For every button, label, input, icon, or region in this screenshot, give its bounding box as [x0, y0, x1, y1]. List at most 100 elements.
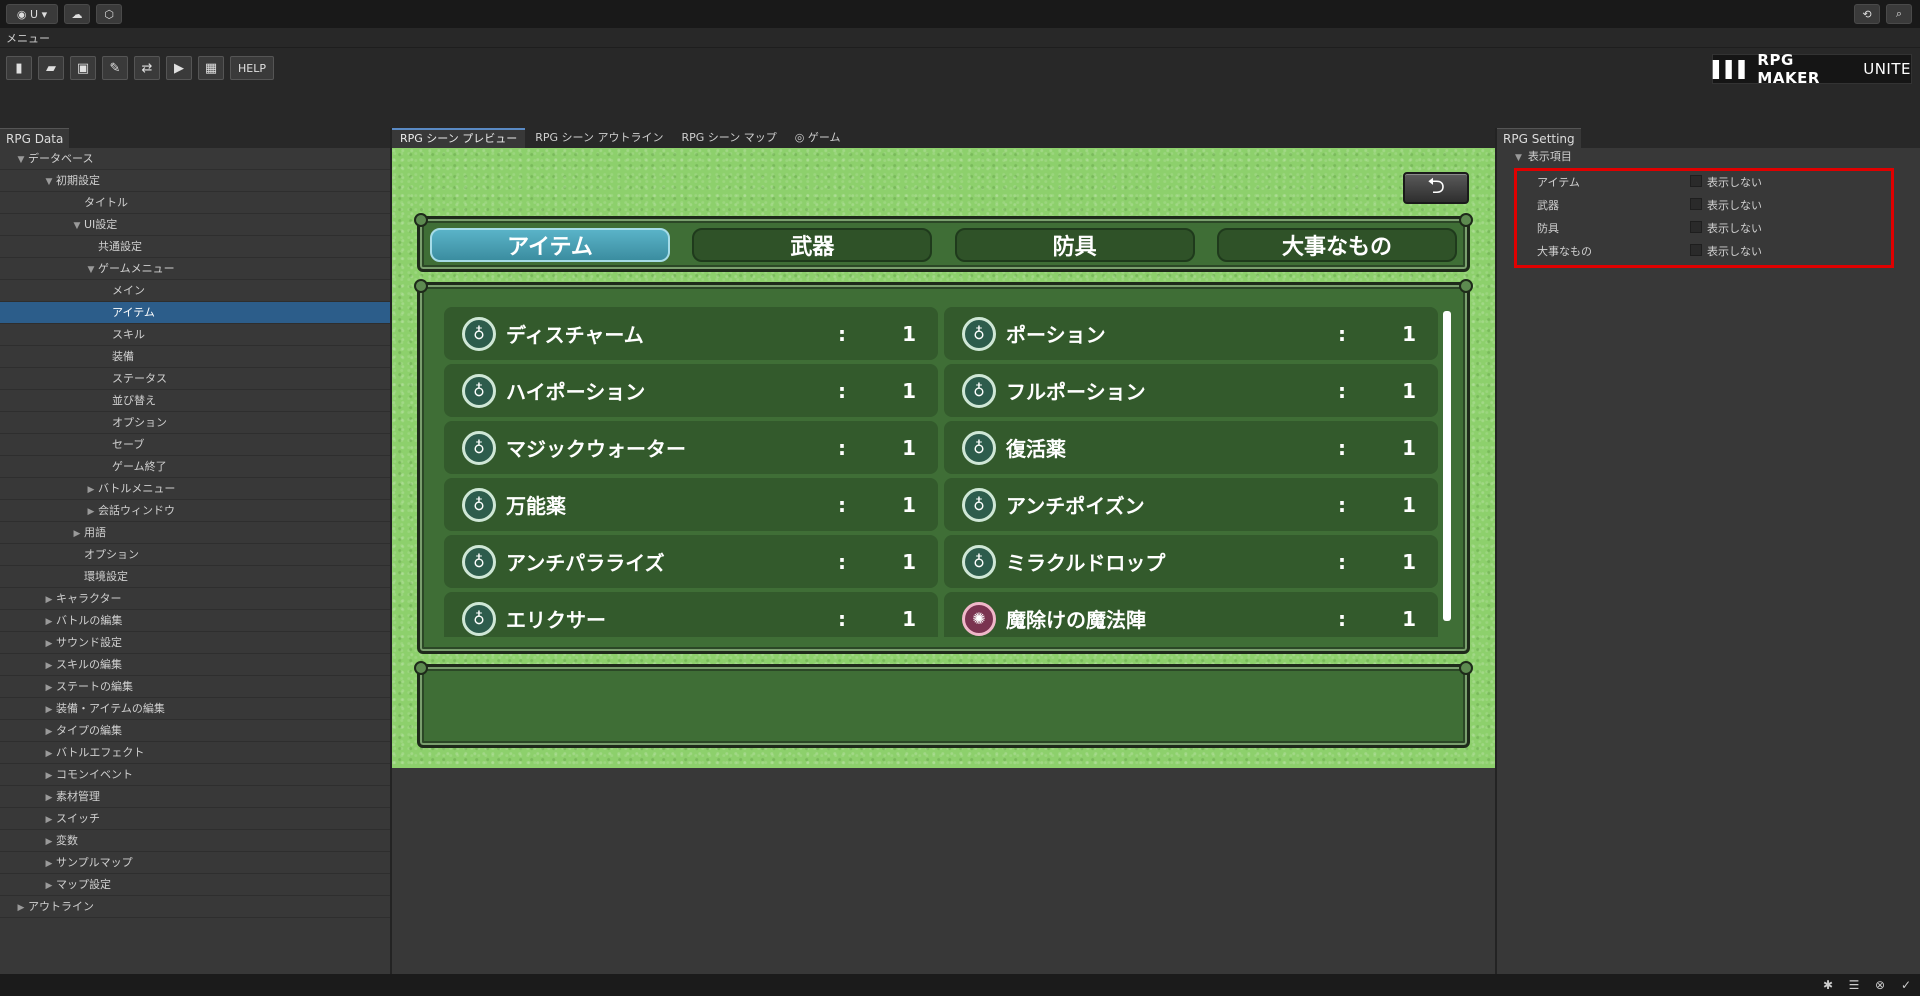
- tree-item[interactable]: ▶ スキルの編集: [0, 654, 390, 676]
- hide-checkbox[interactable]: [1690, 175, 1702, 187]
- tree-item[interactable]: スキル: [0, 324, 390, 346]
- cloud-button[interactable]: ☁: [64, 4, 90, 24]
- item-entry[interactable]: ♁ ミラクルドロップ: 1: [944, 535, 1438, 588]
- tree-item[interactable]: ▶ 素材管理: [0, 786, 390, 808]
- deploy-button[interactable]: ⇄: [134, 56, 160, 80]
- tree-item[interactable]: アイテム: [0, 302, 390, 324]
- tree-item[interactable]: 装備: [0, 346, 390, 368]
- expanded-arrow-icon[interactable]: ▼: [84, 260, 98, 281]
- hide-checkbox[interactable]: [1690, 244, 1702, 256]
- collapsed-arrow-icon[interactable]: ▶: [42, 744, 56, 765]
- item-entry[interactable]: ♁ ハイポーション: 1: [444, 364, 938, 417]
- menu-item[interactable]: メニュー: [6, 30, 50, 46]
- tree-item[interactable]: ▶ スイッチ: [0, 808, 390, 830]
- collapsed-arrow-icon[interactable]: ▶: [42, 634, 56, 655]
- expanded-arrow-icon[interactable]: ▼: [70, 216, 84, 237]
- tree-item[interactable]: ▶ 会話ウィンドウ: [0, 500, 390, 522]
- tree-item[interactable]: セーブ: [0, 434, 390, 456]
- item-entry[interactable]: ♁ ポーション: 1: [944, 307, 1438, 360]
- tree-item[interactable]: オプション: [0, 544, 390, 566]
- item-entry[interactable]: ♁ フルポーション: 1: [944, 364, 1438, 417]
- tree-item[interactable]: ▶ サウンド設定: [0, 632, 390, 654]
- collapsed-arrow-icon[interactable]: ▶: [42, 590, 56, 611]
- tree-item[interactable]: ▶ バトルエフェクト: [0, 742, 390, 764]
- help-button[interactable]: HELP: [230, 56, 274, 80]
- collapsed-arrow-icon[interactable]: ▶: [42, 700, 56, 721]
- tree-item[interactable]: ▼ データベース: [0, 148, 390, 170]
- play-button[interactable]: ▶: [166, 56, 192, 80]
- category-tab[interactable]: アイテム: [430, 228, 670, 262]
- item-entry[interactable]: ♁ アンチポイズン: 1: [944, 478, 1438, 531]
- tree-item[interactable]: オプション: [0, 412, 390, 434]
- tree-item[interactable]: 環境設定: [0, 566, 390, 588]
- tree-item[interactable]: ▶ バトルの編集: [0, 610, 390, 632]
- expanded-arrow-icon[interactable]: ▼: [14, 150, 28, 171]
- collapsed-arrow-icon[interactable]: ▶: [42, 678, 56, 699]
- item-entry[interactable]: ✺ 魔除けの魔法陣: 1: [944, 592, 1438, 637]
- display-items-section[interactable]: ▼ 表示項目: [1497, 148, 1920, 166]
- account-button[interactable]: ◉ U ▾: [6, 4, 58, 24]
- collapsed-arrow-icon[interactable]: ▶: [42, 788, 56, 809]
- item-entry[interactable]: ♁ エリクサー: 1: [444, 592, 938, 637]
- collapsed-arrow-icon[interactable]: ▶: [42, 832, 56, 853]
- tree-item[interactable]: ▶ マップ設定: [0, 874, 390, 896]
- tree-item[interactable]: ステータス: [0, 368, 390, 390]
- rpg-setting-tab[interactable]: RPG Setting: [1497, 128, 1581, 148]
- category-tab[interactable]: 武器: [692, 228, 933, 262]
- center-tab[interactable]: RPG シーン プレビュー: [392, 128, 526, 148]
- check-icon[interactable]: ✓: [1898, 977, 1914, 993]
- category-tab[interactable]: 大事なもの: [1216, 228, 1457, 262]
- tree-item[interactable]: タイトル: [0, 192, 390, 214]
- new-project-button[interactable]: ▮: [6, 56, 32, 80]
- collapsed-arrow-icon[interactable]: ▶: [42, 876, 56, 897]
- save-button[interactable]: ▣: [70, 56, 96, 80]
- collapsed-arrow-icon[interactable]: ▶: [42, 656, 56, 677]
- tree-item[interactable]: ▶ 装備・アイテムの編集: [0, 698, 390, 720]
- tree-item[interactable]: ▶ ステートの編集: [0, 676, 390, 698]
- tree-item[interactable]: ▶ 変数: [0, 830, 390, 852]
- open-project-button[interactable]: ▰: [38, 56, 64, 80]
- collapsed-arrow-icon[interactable]: ▶: [42, 810, 56, 831]
- tree-item[interactable]: メイン: [0, 280, 390, 302]
- tree-item[interactable]: ▶ タイプの編集: [0, 720, 390, 742]
- database-icon[interactable]: ☰: [1846, 977, 1862, 993]
- center-tab[interactable]: RPG シーン マップ: [674, 128, 785, 148]
- expanded-arrow-icon[interactable]: ▼: [42, 172, 56, 193]
- collapsed-arrow-icon[interactable]: ▶: [84, 502, 98, 523]
- collapsed-arrow-icon[interactable]: ▶: [42, 612, 56, 633]
- item-entry[interactable]: ♁ ディスチャーム: 1: [444, 307, 938, 360]
- edit-button[interactable]: ✎: [102, 56, 128, 80]
- tree-item[interactable]: ▶ アウトライン: [0, 896, 390, 918]
- back-button[interactable]: ⮌: [1403, 172, 1469, 204]
- package-button[interactable]: ⬡: [96, 4, 122, 24]
- tree-item[interactable]: 並び替え: [0, 390, 390, 412]
- collapsed-arrow-icon[interactable]: ▶: [84, 480, 98, 501]
- network-icon[interactable]: ⊗: [1872, 977, 1888, 993]
- center-tab[interactable]: ◎ ゲーム: [787, 128, 849, 148]
- category-tab[interactable]: 防具: [954, 228, 1195, 262]
- collapsed-arrow-icon[interactable]: ▶: [70, 524, 84, 545]
- item-entry[interactable]: ♁ 万能薬: 1: [444, 478, 938, 531]
- tree-item[interactable]: ▼ UI設定: [0, 214, 390, 236]
- hide-checkbox[interactable]: [1690, 221, 1702, 233]
- collapsed-arrow-icon[interactable]: ▶: [42, 766, 56, 787]
- tree-item[interactable]: ▶ バトルメニュー: [0, 478, 390, 500]
- collapsed-arrow-icon[interactable]: ▶: [14, 898, 28, 919]
- tree-item[interactable]: ▶ コモンイベント: [0, 764, 390, 786]
- item-entry[interactable]: ♁ 復活薬: 1: [944, 421, 1438, 474]
- search-button[interactable]: ⌕: [1886, 4, 1912, 24]
- item-entry[interactable]: ♁ マジックウォーター: 1: [444, 421, 938, 474]
- center-tab[interactable]: RPG シーン アウトライン: [527, 128, 671, 148]
- tree-item[interactable]: ▶ 用語: [0, 522, 390, 544]
- layout-button[interactable]: ▦: [198, 56, 224, 80]
- rpg-data-tab[interactable]: RPG Data: [0, 128, 70, 148]
- tree-item[interactable]: ゲーム終了: [0, 456, 390, 478]
- tree-item[interactable]: ▼ ゲームメニュー: [0, 258, 390, 280]
- item-list-scrollbar[interactable]: [1443, 311, 1451, 621]
- history-button[interactable]: ⟲: [1854, 4, 1880, 24]
- tree-item[interactable]: ▶ サンプルマップ: [0, 852, 390, 874]
- tree-item[interactable]: ▶ キャラクター: [0, 588, 390, 610]
- hide-checkbox[interactable]: [1690, 198, 1702, 210]
- collapsed-arrow-icon[interactable]: ▶: [42, 854, 56, 875]
- tree-item[interactable]: 共通設定: [0, 236, 390, 258]
